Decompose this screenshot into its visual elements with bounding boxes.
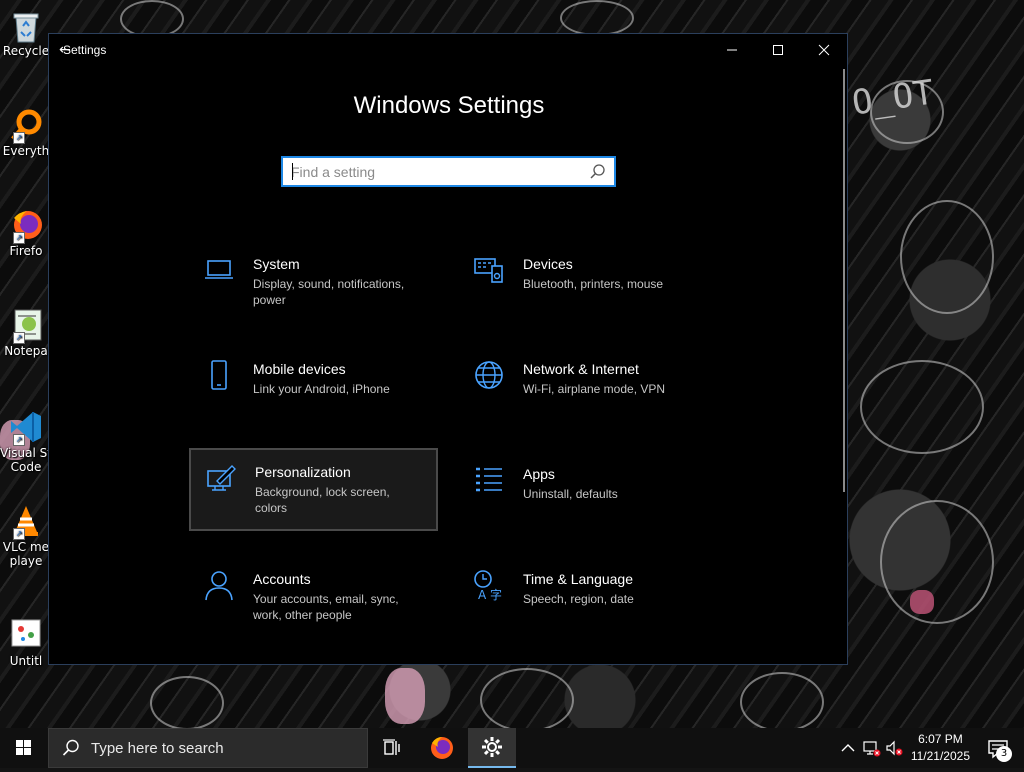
windows-logo-icon — [16, 740, 31, 755]
close-icon — [818, 44, 830, 56]
search-icon — [62, 739, 79, 756]
minimize-icon — [727, 49, 737, 51]
window-scrollbar[interactable] — [843, 69, 845, 492]
task-view-button[interactable] — [368, 728, 416, 768]
firefox-icon — [431, 737, 453, 759]
desktop-icon-everything[interactable]: ↗ Everyth — [0, 108, 52, 158]
desktop-icon-label: Visual St — [0, 446, 52, 460]
firefox-icon: ↗ — [9, 208, 43, 244]
tile-title: Mobile devices — [253, 361, 346, 377]
close-button[interactable] — [801, 34, 847, 66]
tile-personalization[interactable]: Personalization Background, lock screen,… — [189, 448, 438, 531]
shortcut-arrow-icon: ↗ — [13, 132, 25, 144]
tile-description: Uninstall, defaults — [523, 487, 618, 501]
tile-accounts[interactable]: Accounts Your accounts, email, sync, wor… — [189, 559, 438, 642]
text-caret — [292, 163, 293, 180]
taskbar-clock[interactable]: 6:07 PM 11/21/2025 — [911, 731, 970, 765]
desktop-icon-recycle-bin[interactable]: Recycle — [0, 8, 52, 58]
time-language-icon: A字 — [474, 570, 502, 601]
minimize-button[interactable] — [709, 34, 755, 66]
globe-icon — [475, 361, 503, 389]
maximize-button[interactable] — [755, 34, 801, 66]
network-icon[interactable] — [862, 738, 882, 758]
settings-window: ← Settings Windows Settings System Displ… — [48, 33, 848, 665]
settings-search-box[interactable] — [281, 156, 616, 187]
desktop-icon-label: Untitl — [9, 654, 43, 668]
shortcut-arrow-icon: ↗ — [13, 434, 25, 446]
laptop-icon — [205, 260, 233, 279]
tile-description: Display, sound, notifications, power — [253, 277, 405, 307]
tile-title: Devices — [523, 256, 573, 272]
clock-time: 6:07 PM — [918, 732, 963, 746]
window-titlebar[interactable]: ← Settings — [49, 34, 847, 66]
tile-title: Accounts — [253, 571, 311, 587]
vscode-icon: ↗ — [9, 410, 43, 446]
tile-devices[interactable]: Devices Bluetooth, printers, mouse — [459, 244, 708, 327]
devices-icon — [474, 258, 503, 283]
gear-icon — [482, 737, 502, 757]
start-button[interactable] — [0, 728, 48, 768]
shortcut-arrow-icon: ↗ — [13, 332, 25, 344]
desktop-icon-label-line2: playe — [9, 554, 43, 568]
paint-brush-icon — [207, 465, 236, 491]
phone-icon — [211, 360, 227, 390]
desktop-icon-label: VLC me — [2, 540, 50, 554]
tile-title: Time & Language — [523, 571, 633, 587]
desktop-icon-vlc[interactable]: ↗ VLC me playe — [0, 504, 52, 568]
tile-title: System — [253, 256, 300, 272]
svg-text:字: 字 — [490, 587, 502, 601]
desktop-icon-vscode[interactable]: ↗ Visual St Code — [0, 410, 52, 474]
maximize-icon — [773, 45, 783, 55]
shortcut-arrow-icon: ↗ — [13, 528, 25, 540]
tile-mobile-devices[interactable]: Mobile devices Link your Android, iPhone — [189, 349, 438, 432]
notification-count-badge: 3 — [996, 746, 1012, 762]
clock-date: 11/21/2025 — [910, 749, 970, 763]
tile-description: Background, lock screen, colors — [255, 485, 390, 515]
desktop-icon-untitled[interactable]: Untitl — [0, 618, 52, 668]
tile-title: Network & Internet — [523, 361, 639, 377]
shortcut-arrow-icon: ↗ — [13, 232, 25, 244]
taskbar-firefox-button[interactable] — [418, 728, 466, 768]
tile-description: Link your Android, iPhone — [253, 382, 390, 396]
tile-description: Your accounts, email, sync, work, other … — [253, 592, 399, 622]
taskbar-search-box[interactable]: Type here to search — [48, 728, 368, 768]
search-icon[interactable] — [588, 162, 608, 182]
tile-description: Bluetooth, printers, mouse — [523, 277, 664, 291]
desktop-icon-notepad[interactable]: ↗ Notepa — [0, 308, 52, 358]
taskbar: Type here to search 6:07 PM 11/21/2025 3 — [0, 728, 1024, 768]
notepad-icon: ↗ — [9, 308, 43, 344]
desktop-icon-firefox[interactable]: ↗ Firefo — [0, 208, 52, 258]
tile-description: Wi-Fi, airplane mode, VPN — [523, 382, 666, 396]
page-title: Windows Settings — [353, 92, 545, 119]
apps-list-icon — [476, 467, 502, 492]
desktop-icon-label: Firefo — [9, 244, 43, 258]
task-view-icon — [383, 739, 400, 755]
taskbar-settings-button[interactable] — [468, 728, 516, 768]
tile-time-language[interactable]: A字 Time & Language Speech, region, date — [459, 559, 708, 642]
recycle-bin-icon — [9, 8, 43, 43]
svg-text:A: A — [478, 588, 487, 601]
person-icon — [205, 571, 233, 601]
desktop-icon-label: Everyth — [2, 144, 50, 158]
vlc-icon: ↗ — [9, 504, 43, 540]
chevron-up-icon[interactable] — [838, 738, 858, 758]
tile-system[interactable]: System Display, sound, notifications, po… — [189, 244, 438, 327]
paint-file-icon — [9, 618, 43, 652]
window-title: Settings — [63, 43, 107, 57]
desktop-icon-label-line2: Code — [10, 460, 42, 474]
desktop-icon-label: Notepa — [4, 344, 48, 358]
tile-network-internet[interactable]: Network & Internet Wi-Fi, airplane mode,… — [459, 349, 708, 432]
tile-apps[interactable]: Apps Uninstall, defaults — [459, 454, 708, 537]
settings-search-input[interactable] — [283, 157, 588, 186]
tile-title: Apps — [523, 466, 555, 482]
everything-search-icon: ↗ — [9, 108, 43, 144]
volume-muted-icon[interactable] — [884, 738, 904, 758]
tile-description: Speech, region, date — [523, 592, 634, 606]
tile-title: Personalization — [255, 464, 351, 480]
desktop-icon-label: Recycle — [2, 44, 50, 58]
taskbar-search-placeholder: Type here to search — [91, 739, 224, 757]
